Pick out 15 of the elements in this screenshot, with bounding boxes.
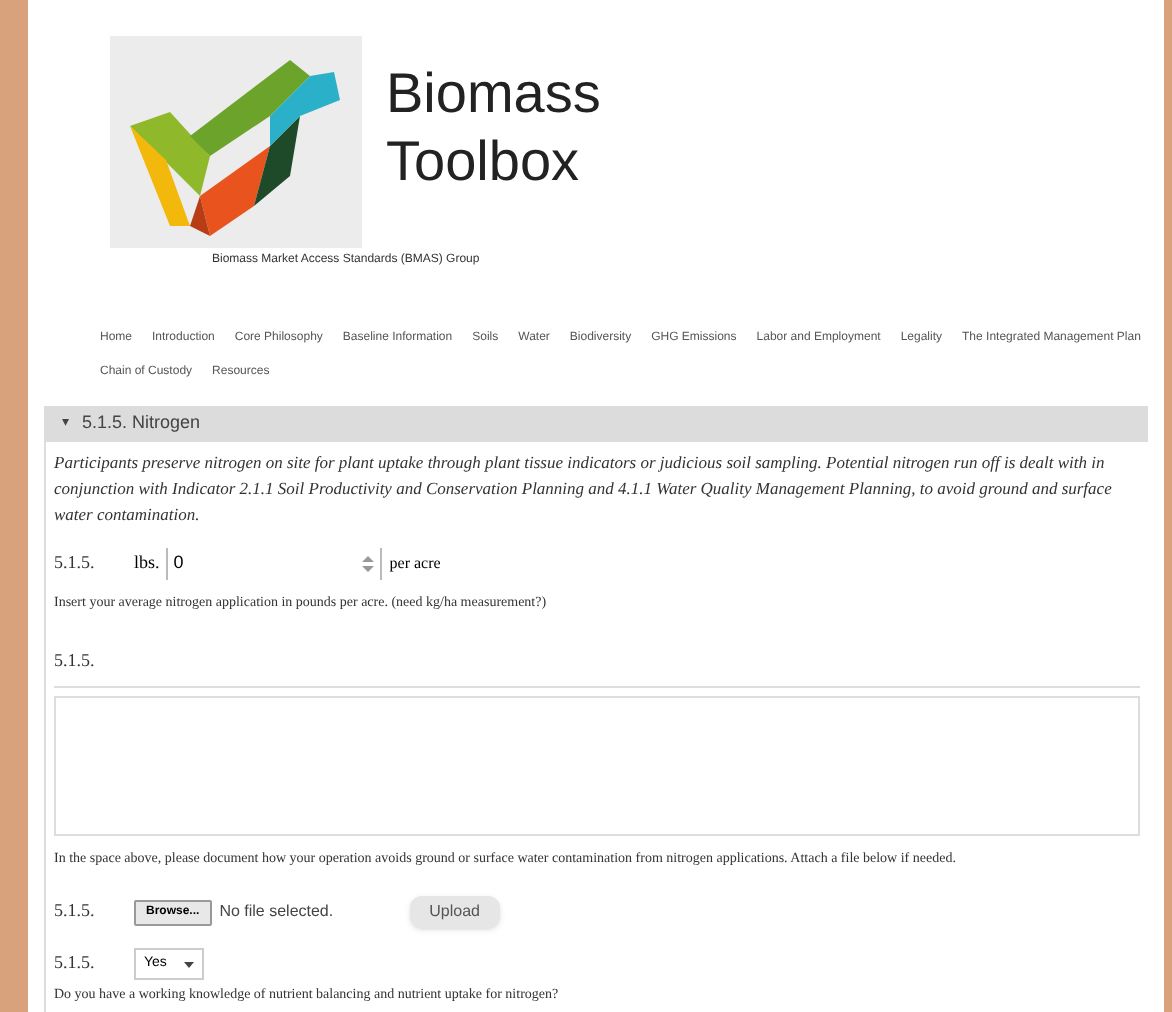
unit-label: lbs. bbox=[134, 550, 160, 577]
dropdown-icon[interactable] bbox=[184, 961, 194, 967]
site-title: Biomass bbox=[386, 60, 601, 128]
section-description: Participants preserve nitrogen on site for plant uptake through plant tissue indicators or judicious soil sampling. Potential nitrogen run off is dealt with in conjunction with Indicator 2.1.1 Soil Productivity and Conservation Planning and 4.1.1 Water Quality Management Planning, to avoid ground and surface water contamination. bbox=[54, 450, 1114, 528]
section-title: 5.1.5. Nitrogen bbox=[82, 410, 201, 437]
question-number: 5.1.5. bbox=[54, 649, 95, 669]
question-number: 5.1.5. bbox=[54, 898, 97, 925]
question-number: 5.1.5. bbox=[54, 550, 97, 577]
upload-button[interactable]: Upload bbox=[409, 896, 500, 928]
number-field[interactable]: 0 bbox=[165, 548, 382, 580]
file-status: No file selected. bbox=[219, 900, 334, 924]
site-title: Toolbox bbox=[386, 128, 582, 196]
unit-label: per acre bbox=[389, 552, 441, 576]
spinner-icon[interactable] bbox=[361, 556, 374, 572]
question-number: 5.1.5. bbox=[54, 950, 97, 977]
